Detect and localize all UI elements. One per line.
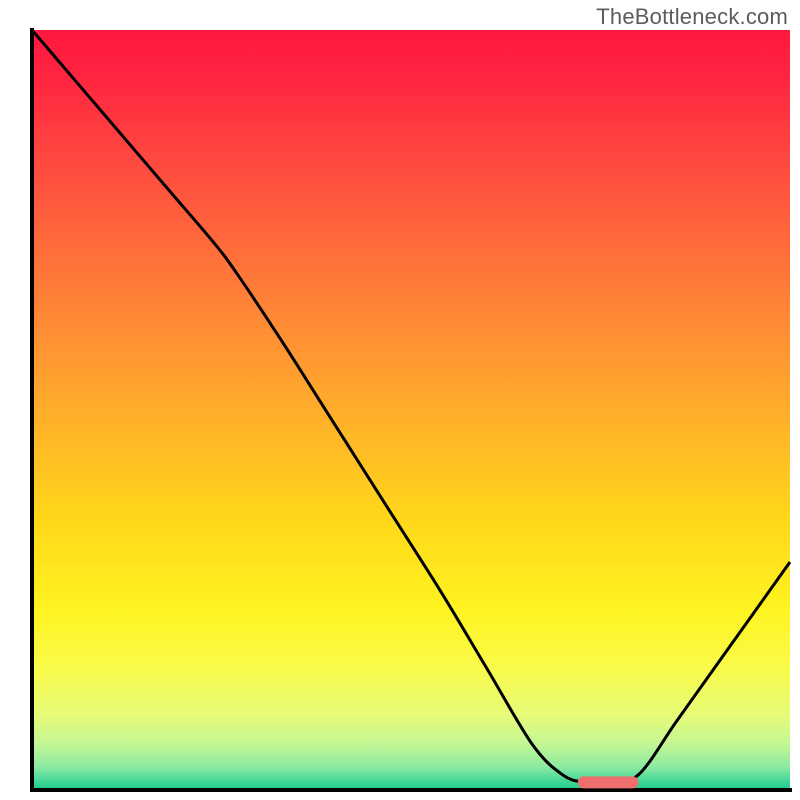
bottleneck-chart bbox=[0, 0, 800, 800]
chart-container: TheBottleneck.com bbox=[0, 0, 800, 800]
optimal-marker bbox=[578, 776, 639, 788]
plot-background bbox=[32, 30, 790, 790]
watermark-text: TheBottleneck.com bbox=[596, 4, 788, 30]
